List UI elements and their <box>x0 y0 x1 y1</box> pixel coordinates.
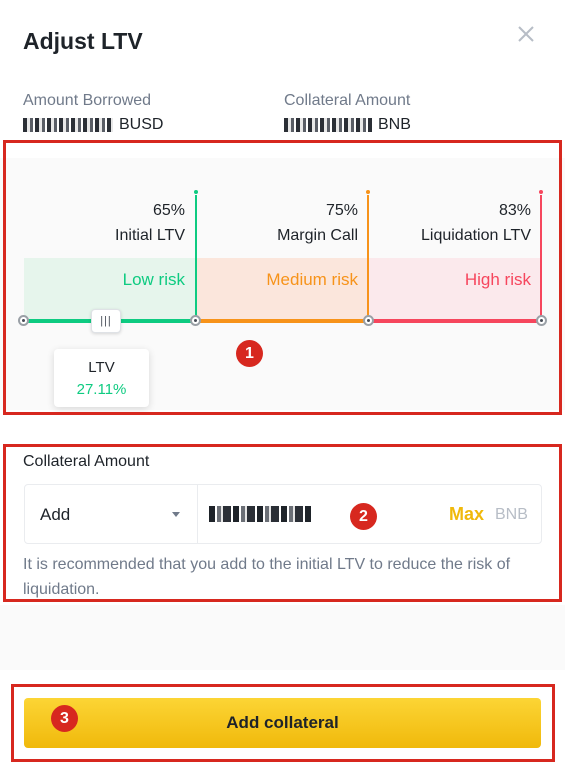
annotation-box-2 <box>3 444 562 602</box>
amount-borrowed-label: Amount Borrowed <box>23 92 152 109</box>
annotation-box-3 <box>11 684 555 762</box>
borrowed-unit: BUSD <box>119 116 164 133</box>
annotation-badge-2: 2 <box>350 503 377 530</box>
footer-spacer <box>0 605 565 670</box>
annotation-box-1 <box>3 140 562 415</box>
collateral-amount-label: Collateral Amount <box>284 92 411 109</box>
redacted-amount <box>284 118 372 132</box>
dialog-title: Adjust LTV <box>23 28 143 54</box>
annotation-badge-1: 1 <box>236 340 263 367</box>
adjust-ltv-dialog: Adjust LTV Amount Borrowed BUSD Collater… <box>0 0 565 773</box>
annotation-badge-3: 3 <box>51 705 78 732</box>
collateral-amount-value: BNB <box>284 116 411 134</box>
collateral-unit: BNB <box>378 116 411 133</box>
amount-borrowed-value: BUSD <box>23 116 163 134</box>
redacted-amount <box>23 118 113 132</box>
close-icon[interactable] <box>512 20 540 48</box>
